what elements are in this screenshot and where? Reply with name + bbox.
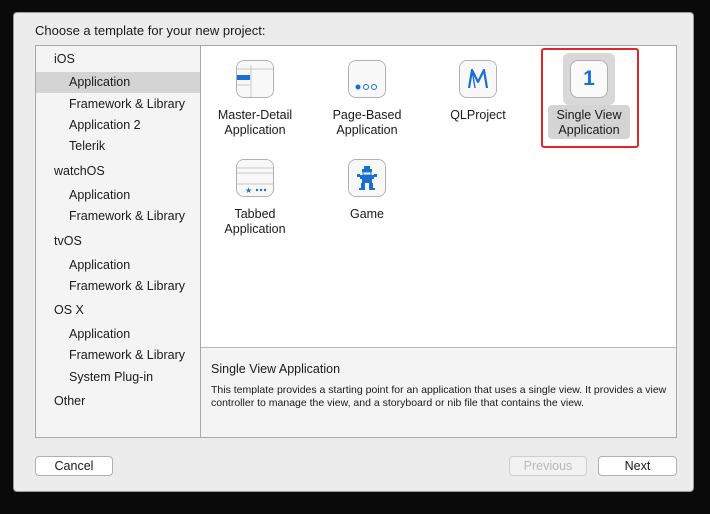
- sidebar-item-watchos[interactable]: watchOS: [54, 161, 105, 182]
- platform-sidebar: iOS Application Framework & Library Appl…: [36, 46, 201, 437]
- template-chooser: iOS Application Framework & Library Appl…: [35, 45, 677, 438]
- template-content: Master-Detail Application Page-Based App…: [201, 46, 676, 437]
- sidebar-item-ios[interactable]: iOS: [54, 49, 75, 70]
- sidebar-item-ios-framework[interactable]: Framework & Library: [69, 94, 185, 115]
- sidebar-item-tvos[interactable]: tvOS: [54, 231, 82, 252]
- template-description-panel: Single View Application This template pr…: [201, 347, 676, 437]
- page-based-icon: [348, 60, 386, 98]
- tile-label: QLProject: [450, 108, 506, 122]
- sidebar-item-ios-telerik[interactable]: Telerik: [69, 136, 105, 157]
- sidebar-item-ios-application-2[interactable]: Application 2: [69, 115, 141, 136]
- tile-label: Master-Detail Application: [217, 108, 293, 137]
- description-text: This template provides a starting point …: [211, 384, 667, 409]
- sidebar-item-osx-application[interactable]: Application: [69, 324, 130, 345]
- tile-label: Tabbed Application: [224, 207, 286, 236]
- tile-label: Page-Based Application: [332, 108, 402, 137]
- sidebar-item-other[interactable]: Other: [54, 391, 85, 412]
- tabbed-icon: ★: [236, 159, 274, 197]
- cancel-button[interactable]: Cancel: [35, 456, 113, 476]
- next-button[interactable]: Next: [598, 456, 677, 476]
- description-title: Single View Application: [211, 362, 341, 376]
- sidebar-item-tvos-application[interactable]: Application: [69, 255, 130, 276]
- game-icon: [348, 159, 386, 197]
- tile-label: Game: [349, 207, 385, 221]
- sidebar-item-ios-application[interactable]: Application: [36, 72, 200, 93]
- template-grid: Master-Detail Application Page-Based App…: [201, 46, 676, 347]
- master-detail-icon: [236, 60, 274, 98]
- new-project-dialog: Choose a template for your new project: …: [13, 12, 694, 492]
- sidebar-item-osx[interactable]: OS X: [54, 300, 84, 321]
- sidebar-item-tvos-framework[interactable]: Framework & Library: [69, 276, 185, 297]
- sidebar-item-watchos-framework[interactable]: Framework & Library: [69, 206, 185, 227]
- selection-highlight-frame: [541, 48, 639, 148]
- sidebar-item-osx-framework[interactable]: Framework & Library: [69, 345, 185, 366]
- svg-text:★: ★: [245, 186, 252, 195]
- previous-button[interactable]: Previous: [509, 456, 587, 476]
- sidebar-item-watchos-application[interactable]: Application: [69, 185, 130, 206]
- sidebar-item-osx-system-plugin[interactable]: System Plug-in: [69, 367, 153, 388]
- qlproject-icon: [459, 60, 497, 98]
- dialog-prompt: Choose a template for your new project:: [35, 23, 266, 38]
